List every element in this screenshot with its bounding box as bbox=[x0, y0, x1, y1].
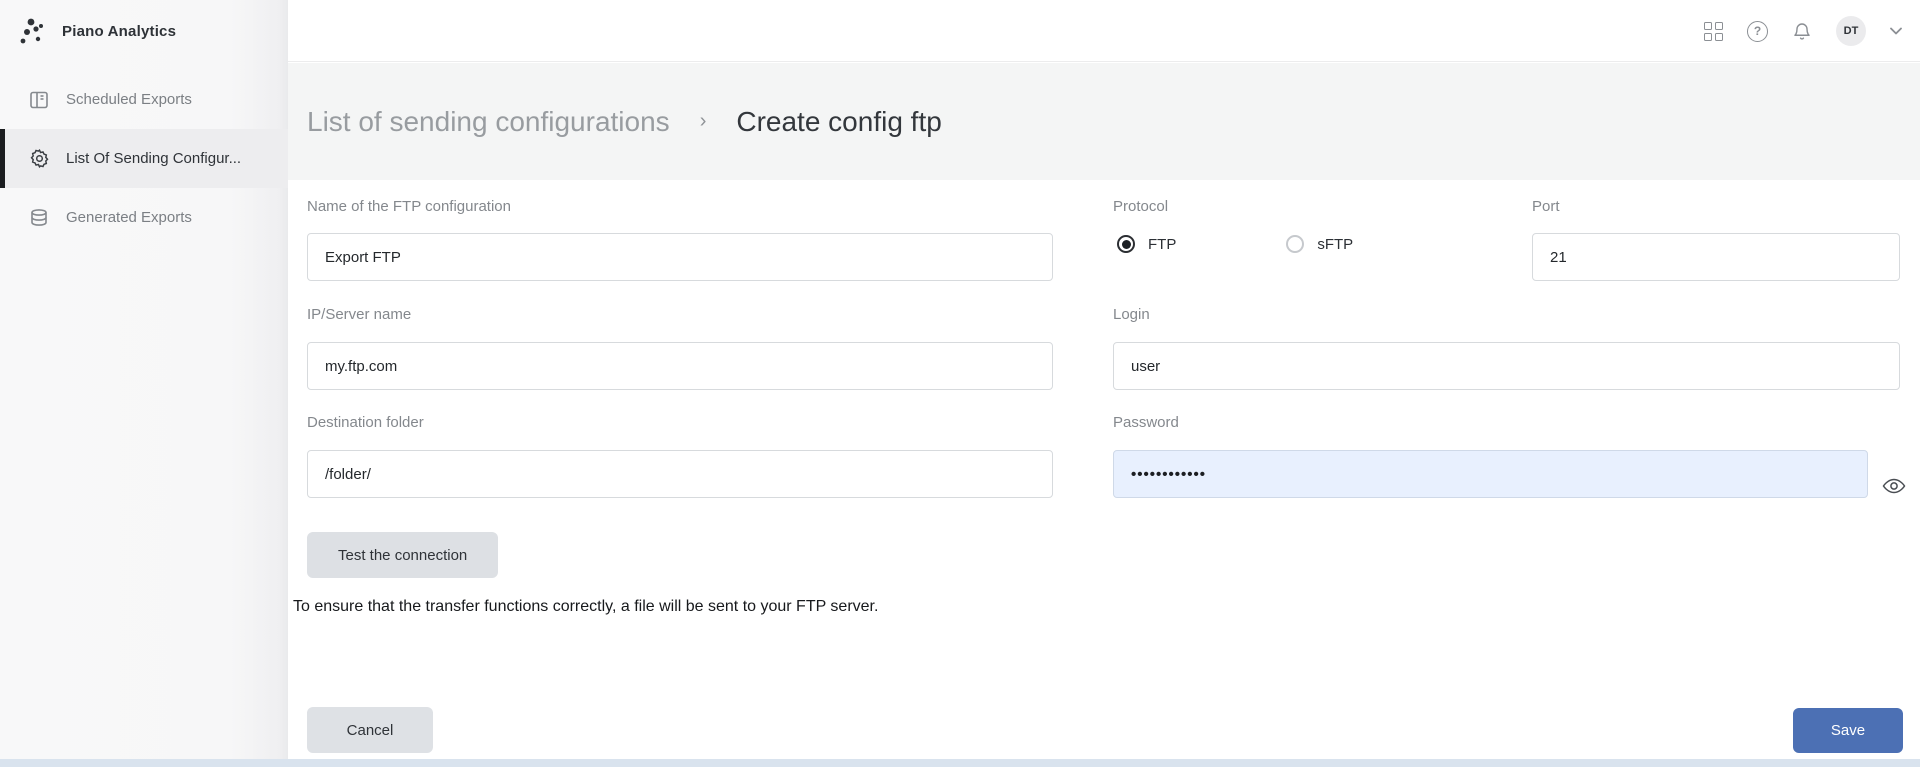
breadcrumb-separator-icon: › bbox=[699, 110, 707, 132]
sidebar-nav: Scheduled Exports List Of Sending Config… bbox=[0, 70, 288, 247]
book-icon bbox=[28, 89, 50, 111]
ip-server-input[interactable] bbox=[307, 342, 1053, 390]
password-field-label: Password bbox=[1113, 414, 1179, 431]
radio-unselected-icon bbox=[1286, 235, 1305, 253]
protocol-radio-group: FTP sFTP bbox=[1117, 235, 1353, 253]
notifications-bell-icon[interactable] bbox=[1792, 21, 1812, 42]
user-avatar[interactable]: DT bbox=[1836, 16, 1866, 46]
ip-field-label: IP/Server name bbox=[307, 306, 412, 323]
radio-label: FTP bbox=[1148, 235, 1177, 253]
radio-option-sftp[interactable]: sFTP bbox=[1286, 235, 1353, 253]
transfer-note-text: To ensure that the transfer functions co… bbox=[293, 598, 879, 615]
page: Piano Analytics Scheduled Exports List O… bbox=[0, 0, 1920, 767]
cancel-button[interactable]: Cancel bbox=[307, 707, 433, 753]
piano-analytics-logo-icon bbox=[20, 18, 43, 44]
bottom-edge-strip bbox=[0, 759, 1920, 767]
login-field-label: Login bbox=[1113, 306, 1150, 323]
app-title: Piano Analytics bbox=[62, 22, 177, 40]
breadcrumb-parent-link[interactable]: List of sending configurations bbox=[307, 106, 670, 138]
breadcrumb: List of sending configurations › Create … bbox=[288, 63, 1920, 180]
name-field-label: Name of the FTP configuration bbox=[307, 198, 511, 215]
protocol-field-label: Protocol bbox=[1113, 198, 1169, 215]
gear-icon bbox=[28, 148, 50, 170]
apps-grid-icon[interactable] bbox=[1704, 21, 1723, 41]
topbar: ? DT bbox=[288, 0, 1920, 62]
radio-selected-icon bbox=[1117, 235, 1135, 253]
port-input[interactable] bbox=[1532, 233, 1900, 281]
ftp-config-name-input[interactable] bbox=[307, 233, 1053, 281]
test-connection-button[interactable]: Test the connection bbox=[307, 532, 499, 578]
save-button[interactable]: Save bbox=[1793, 708, 1903, 753]
port-field-label: Port bbox=[1532, 198, 1560, 215]
sidebar-item-generated-exports[interactable]: Generated Exports bbox=[0, 188, 288, 247]
destination-folder-input[interactable] bbox=[307, 450, 1053, 498]
sidebar: Piano Analytics Scheduled Exports List O… bbox=[0, 0, 288, 767]
chevron-down-icon[interactable] bbox=[1890, 27, 1902, 35]
sidebar-item-label: Generated Exports bbox=[66, 209, 192, 226]
page-title: Create config ftp bbox=[736, 105, 942, 137]
sidebar-item-label: Scheduled Exports bbox=[66, 91, 192, 108]
destination-field-label: Destination folder bbox=[307, 414, 424, 431]
radio-option-ftp[interactable]: FTP bbox=[1117, 235, 1176, 253]
login-input[interactable] bbox=[1113, 342, 1900, 390]
sidebar-item-scheduled-exports[interactable]: Scheduled Exports bbox=[0, 70, 288, 129]
app-logo[interactable]: Piano Analytics bbox=[0, 0, 288, 62]
topbar-actions: ? DT bbox=[1704, 0, 1902, 62]
database-icon bbox=[28, 207, 50, 229]
radio-label: sFTP bbox=[1317, 235, 1354, 253]
sidebar-item-list-of-sending-configurations[interactable]: List Of Sending Configur... bbox=[0, 129, 288, 188]
show-password-eye-icon[interactable] bbox=[1882, 476, 1906, 496]
sidebar-item-label: List Of Sending Configur... bbox=[66, 150, 242, 167]
password-input[interactable] bbox=[1113, 450, 1868, 498]
help-icon[interactable]: ? bbox=[1747, 20, 1768, 42]
